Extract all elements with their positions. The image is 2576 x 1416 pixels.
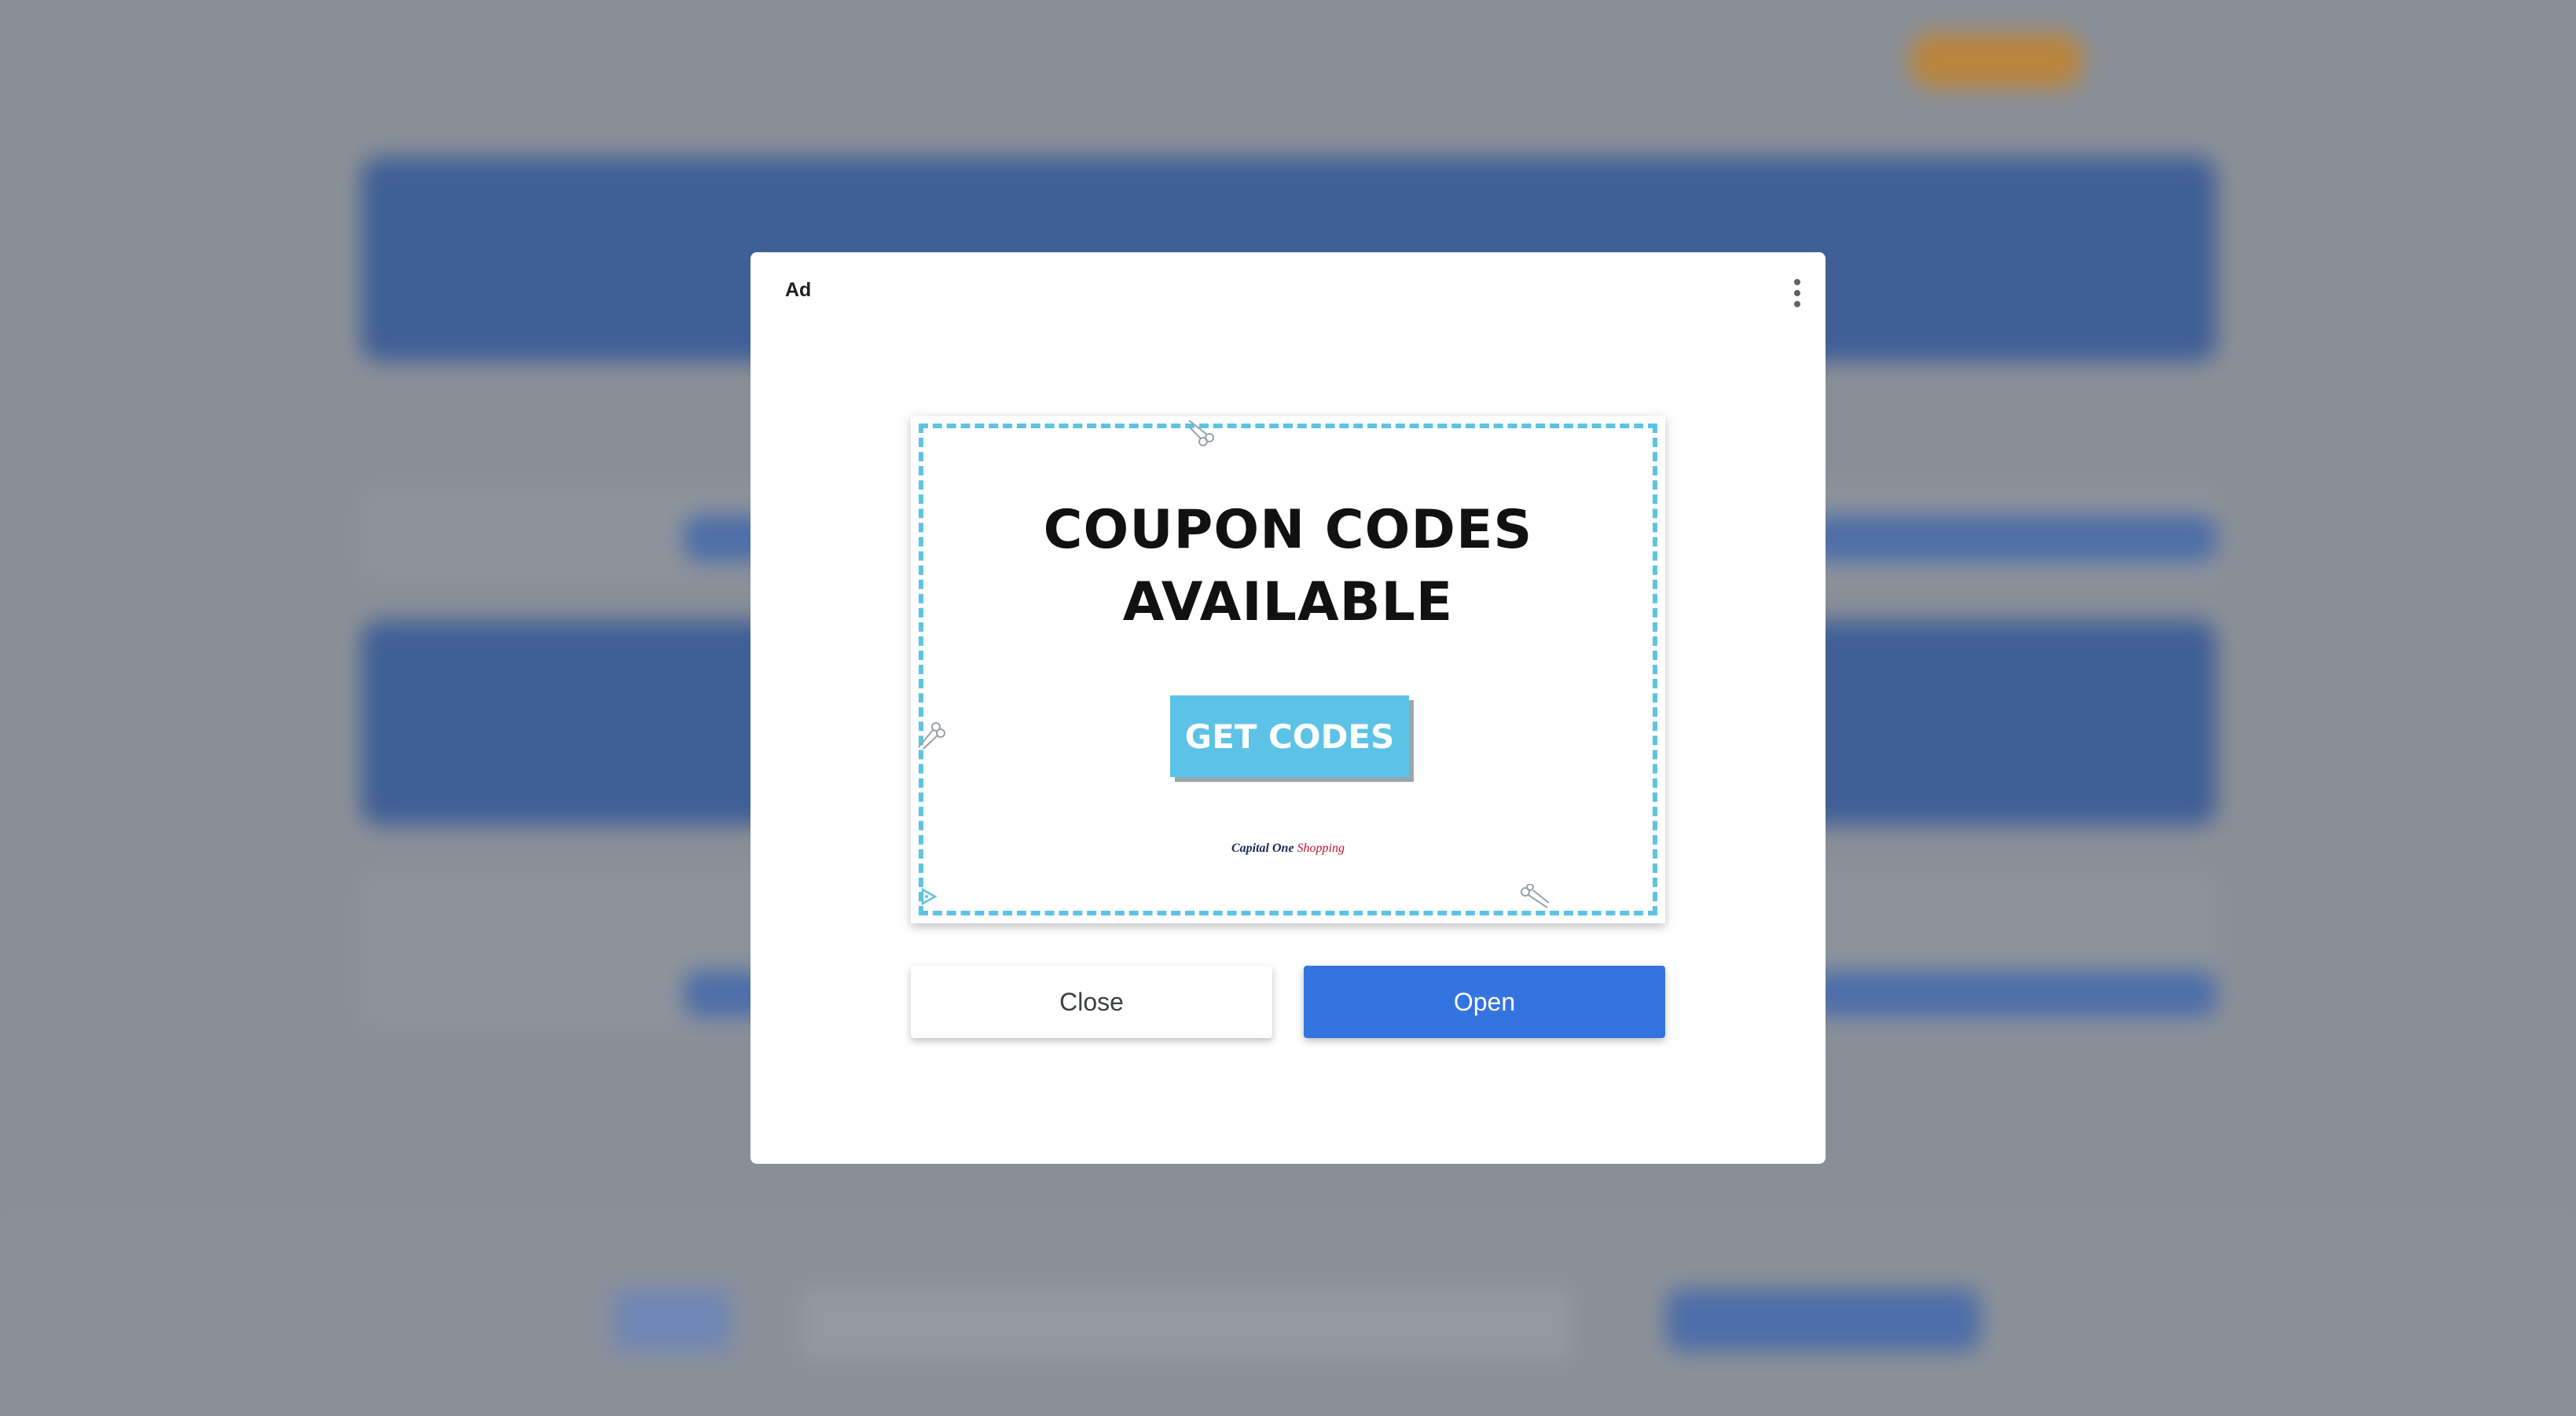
brand-suffix: Shopping — [1297, 842, 1345, 855]
ad-label: Ad — [785, 279, 812, 301]
ad-headline-line1: COUPON CODES — [1043, 499, 1533, 561]
adchoices-icon[interactable] — [919, 887, 938, 906]
menu-dot — [1794, 279, 1800, 285]
ad-headline-line2: AVAILABLE — [1122, 571, 1454, 633]
scissors-icon — [918, 722, 945, 750]
ad-dialog: Ad COUPON CODES AVAILABLE GET CODES Capi… — [750, 252, 1826, 1164]
close-button[interactable]: Close — [911, 966, 1272, 1038]
get-codes-button[interactable]: GET CODES — [1170, 695, 1409, 777]
open-button[interactable]: Open — [1304, 966, 1665, 1038]
menu-dot — [1794, 290, 1800, 296]
background-footer-text — [802, 1289, 1572, 1359]
background-row-button-right — [1807, 515, 2216, 562]
background-footer-button — [1666, 1289, 1980, 1352]
background-row-button-right — [1807, 970, 2216, 1018]
scissors-icon — [1188, 420, 1214, 446]
ad-creative[interactable]: COUPON CODES AVAILABLE GET CODES Capital… — [911, 416, 1665, 923]
ad-headline: COUPON CODES AVAILABLE — [911, 494, 1665, 639]
menu-dot — [1794, 301, 1800, 307]
brand-name: Capital One — [1231, 842, 1294, 855]
capital-one-shopping-logo: Capital One Shopping — [911, 842, 1665, 856]
background-header-button — [1910, 33, 2082, 88]
scissors-icon — [1521, 884, 1550, 908]
background-footer-avatar — [613, 1289, 731, 1352]
more-vert-icon[interactable] — [1782, 274, 1813, 312]
